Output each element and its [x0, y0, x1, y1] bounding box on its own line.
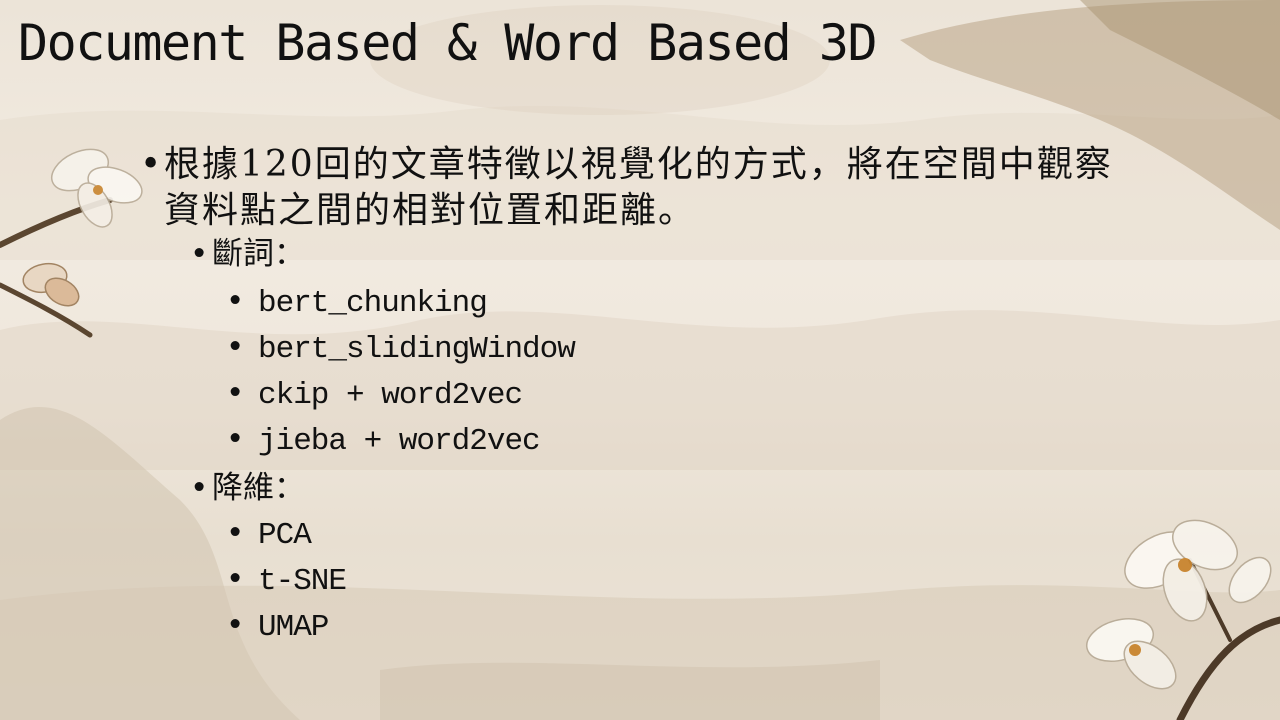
list-item: • ckip + word2vec [226, 370, 523, 419]
list-item-text: bert_chunking [258, 286, 488, 321]
bullet-marker: • [226, 375, 245, 411]
bullet-marker: • [140, 144, 164, 185]
list-item-text: PCA [258, 518, 312, 553]
bullet-marker: • [226, 421, 245, 457]
section-tokenization: • 斷詞： [190, 232, 305, 276]
bullet-marker: • [226, 515, 245, 551]
list-item: • bert_chunking [226, 278, 488, 327]
list-item-text: t-SNE [258, 564, 347, 599]
list-item: • PCA [226, 510, 312, 559]
list-item: • t-SNE [226, 556, 347, 605]
bullet-marker: • [226, 607, 245, 643]
bullet-marker: • [226, 561, 245, 597]
list-item: • UMAP [226, 602, 329, 651]
list-item-text: bert_slidingWindow [258, 332, 576, 367]
list-item: • jieba + word2vec [226, 416, 541, 465]
section-label: 降維： [212, 470, 305, 506]
section-dimensionality-reduction: • 降維： [190, 466, 305, 510]
bullet-marker: • [190, 236, 209, 272]
section-label: 斷詞： [212, 236, 305, 272]
main-point-text: 根據120回的文章特徵以視覺化的方式，將在空間中觀察資料點之間的相對位置和距離。 [164, 144, 1113, 231]
bullet-marker: • [190, 470, 209, 506]
bullet-marker: • [226, 283, 245, 319]
list-item-text: UMAP [258, 610, 329, 645]
list-item-text: ckip + word2vec [258, 378, 523, 413]
slide-body: • 根據120回的文章特徵以視覺化的方式，將在空間中觀察資料點之間的相對位置和距… [0, 0, 1280, 720]
bullet-marker: • [226, 329, 245, 365]
list-item-text: jieba + word2vec [258, 424, 541, 459]
list-item: • bert_slidingWindow [226, 324, 576, 373]
